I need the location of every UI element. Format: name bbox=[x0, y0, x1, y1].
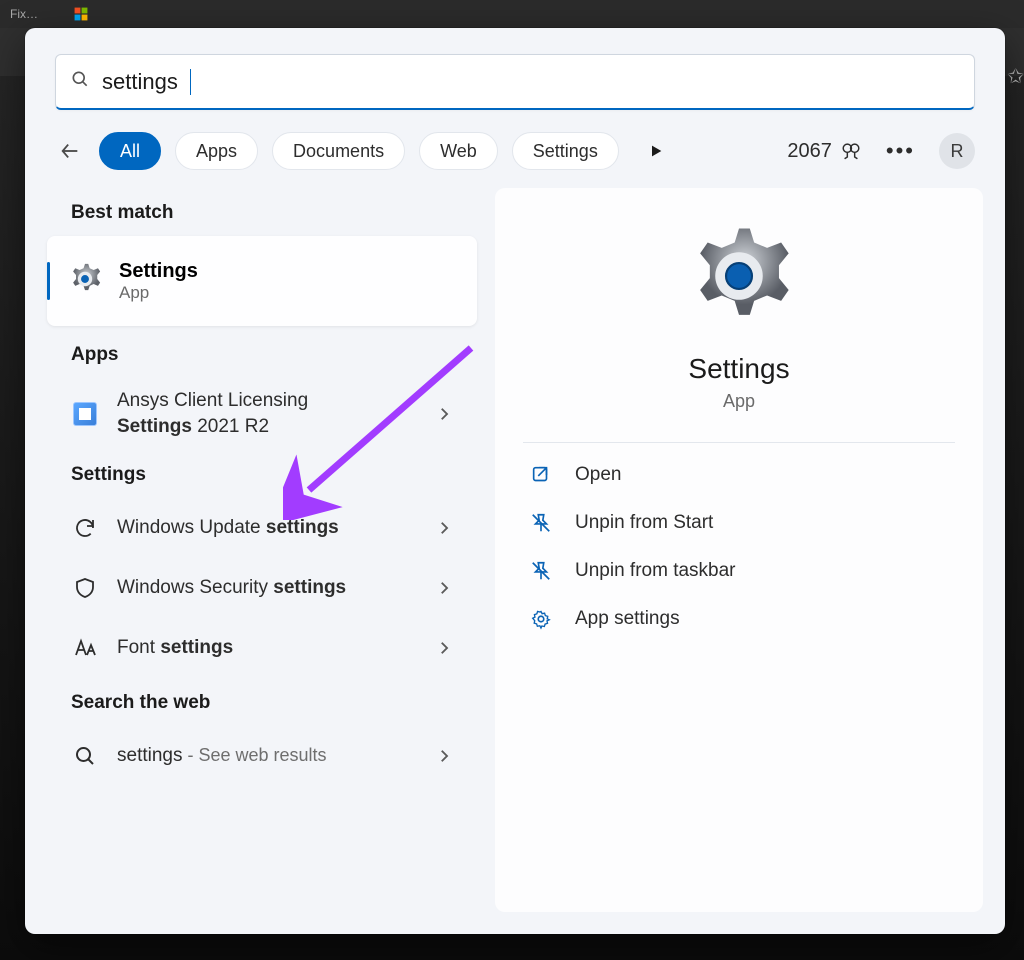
start-search-window: settings All Apps Documents Web Settings… bbox=[25, 28, 1005, 934]
text-caret bbox=[190, 69, 191, 95]
apps-result-row[interactable]: Ansys Client Licensing Settings 2021 R2 bbox=[47, 378, 477, 450]
play-icon[interactable] bbox=[641, 136, 671, 166]
best-match-heading: Best match bbox=[47, 188, 477, 236]
action-unpin-start[interactable]: Unpin from Start bbox=[523, 499, 955, 547]
points-value: 2067 bbox=[787, 140, 832, 163]
back-button[interactable] bbox=[55, 140, 85, 162]
apps-heading: Apps bbox=[47, 330, 477, 378]
search-web-heading: Search the web bbox=[47, 678, 477, 726]
best-match-result[interactable]: Settings App bbox=[47, 236, 477, 326]
preview-pane: Settings App Open Unpin from Start Unpin… bbox=[495, 188, 983, 912]
filter-tab-web[interactable]: Web bbox=[419, 132, 498, 170]
more-options-button[interactable]: ••• bbox=[876, 134, 925, 168]
search-icon bbox=[70, 69, 90, 94]
rewards-medal-icon bbox=[840, 140, 862, 162]
browser-tabstrip: Fix… bbox=[0, 0, 1024, 28]
gear-icon bbox=[67, 261, 103, 302]
search-input[interactable]: settings bbox=[55, 54, 975, 110]
results-left-pane: Best match Settings App Apps Ansys Clien… bbox=[47, 188, 477, 912]
best-match-subtitle: App bbox=[119, 283, 198, 303]
filter-tab-all[interactable]: All bbox=[99, 132, 161, 170]
unpin-icon bbox=[529, 511, 553, 535]
sync-icon bbox=[71, 514, 99, 542]
best-match-title: Settings bbox=[119, 260, 198, 283]
app-tile-icon bbox=[71, 400, 99, 428]
filter-tab-settings[interactable]: Settings bbox=[512, 132, 619, 170]
search-icon bbox=[71, 742, 99, 770]
action-open[interactable]: Open bbox=[523, 451, 955, 499]
settings-heading: Settings bbox=[47, 450, 477, 498]
apps-row-line2: Settings 2021 R2 bbox=[117, 415, 417, 439]
divider bbox=[523, 442, 955, 443]
search-web-row[interactable]: settings - See web results bbox=[47, 726, 477, 786]
settings-result-security[interactable]: Windows Security settings bbox=[47, 558, 477, 618]
apps-row-line1: Ansys Client Licensing bbox=[117, 389, 417, 413]
filter-tab-documents[interactable]: Documents bbox=[272, 132, 405, 170]
gear-icon bbox=[685, 222, 793, 335]
shield-icon bbox=[71, 574, 99, 602]
open-external-icon bbox=[529, 463, 553, 487]
rewards-points[interactable]: 2067 bbox=[787, 140, 862, 163]
settings-result-font[interactable]: Font settings bbox=[47, 618, 477, 678]
user-avatar[interactable]: R bbox=[939, 133, 975, 169]
chevron-right-icon bbox=[435, 579, 453, 597]
gear-outline-icon bbox=[529, 607, 553, 631]
preview-title: Settings bbox=[688, 353, 789, 385]
chevron-right-icon bbox=[435, 639, 453, 657]
filter-tab-apps[interactable]: Apps bbox=[175, 132, 258, 170]
unpin-taskbar-icon bbox=[529, 559, 553, 583]
chevron-right-icon bbox=[435, 747, 453, 765]
preview-subtitle: App bbox=[723, 391, 755, 412]
font-icon bbox=[71, 634, 99, 662]
favorite-star-icon: ✩ bbox=[1007, 64, 1024, 89]
search-text: settings bbox=[102, 69, 178, 95]
action-unpin-taskbar[interactable]: Unpin from taskbar bbox=[523, 547, 955, 595]
chevron-right-icon bbox=[435, 519, 453, 537]
settings-result-update[interactable]: Windows Update settings bbox=[47, 498, 477, 558]
filter-tabs-row: All Apps Documents Web Settings 2067 •••… bbox=[25, 110, 1005, 188]
chevron-right-icon bbox=[435, 405, 453, 423]
action-app-settings[interactable]: App settings bbox=[523, 595, 955, 643]
